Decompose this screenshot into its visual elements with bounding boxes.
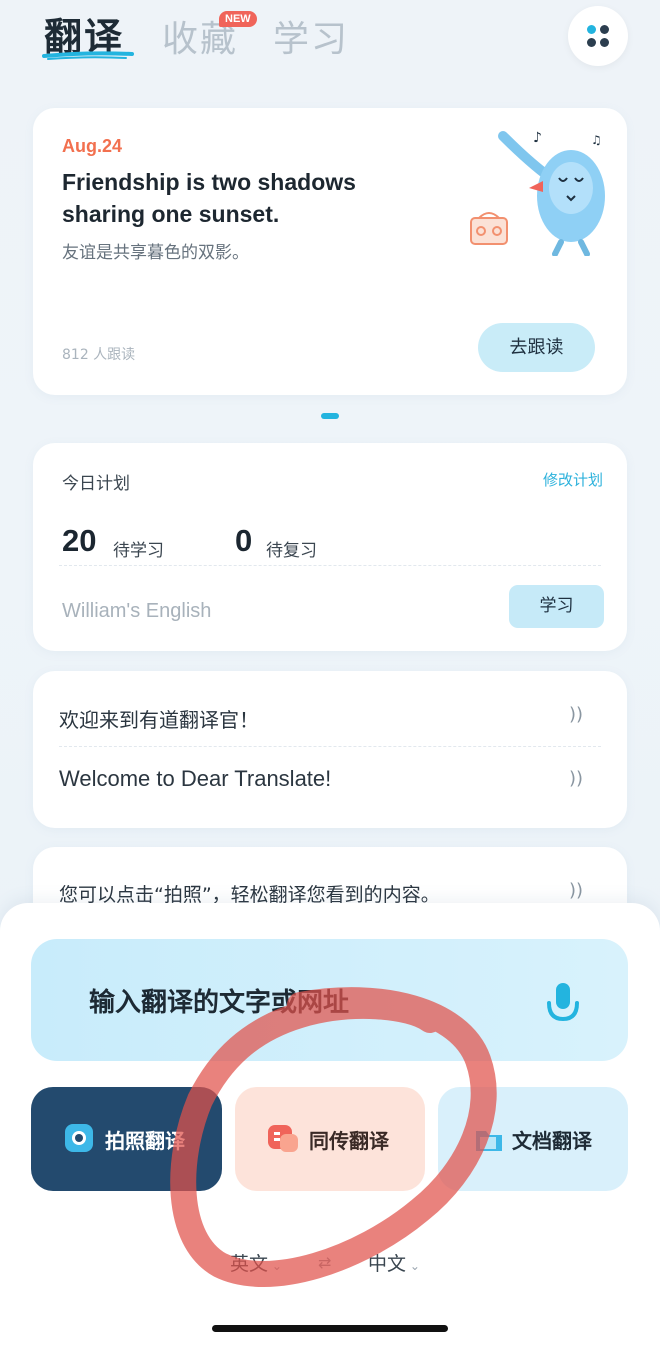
plan-title: 今日计划 [62, 474, 130, 494]
follow-read-button[interactable]: 去跟读 [478, 323, 595, 372]
translate-panel: 输入翻译的文字或网址 拍照翻译 同传翻译 文档翻译 英文 ⌄ ⇄ 中文 ⌄ [0, 903, 660, 1345]
daily-sentence-en: Friendship is two shadows sharing one su… [62, 169, 356, 227]
document-translate-button[interactable]: 文档翻译 [438, 1087, 628, 1191]
divider [59, 746, 601, 747]
to-learn-count: 20 [62, 523, 97, 558]
document-icon [476, 1131, 502, 1151]
singing-bird-illustration: ♪ ♫ [470, 130, 605, 256]
svg-text:♫: ♫ [591, 133, 602, 147]
camera-icon [65, 1124, 93, 1152]
target-language-label: 中文 [368, 1253, 407, 1275]
welcome-zh: 欢迎来到有道翻译官！ [59, 708, 259, 732]
today-plan-card: 今日计划 修改计划 20 待学习 0 待复习 William's English… [33, 443, 627, 651]
divider [59, 565, 601, 566]
welcome-en: Welcome to Dear Translate! [59, 766, 332, 791]
swap-language-icon[interactable]: ⇄ [318, 1253, 331, 1272]
menu-button[interactable] [568, 6, 628, 66]
daily-sentence-zh: 友谊是共享暮色的双影。 [62, 243, 249, 263]
simultaneous-translate-label: 同传翻译 [309, 1129, 389, 1153]
source-language[interactable]: 英文 ⌄ [230, 1249, 282, 1276]
document-translate-label: 文档翻译 [512, 1129, 592, 1153]
new-badge: NEW [219, 11, 257, 27]
microphone-icon[interactable] [543, 979, 583, 1029]
simultaneous-translation-icon [268, 1125, 298, 1152]
to-review-count: 0 [235, 523, 253, 558]
daily-date: Aug.24 [62, 136, 123, 156]
carousel-indicator [321, 413, 339, 419]
daily-sentence-card[interactable]: Aug.24 Friendship is two shadows sharing… [33, 108, 627, 395]
home-indicator [212, 1325, 448, 1332]
speaker-icon[interactable]: )) [569, 880, 583, 901]
follow-count: 812 人跟读 [62, 347, 136, 363]
source-language-label: 英文 [230, 1253, 269, 1275]
svg-text:♪: ♪ [533, 130, 542, 146]
active-tab-underline [42, 51, 134, 60]
to-learn-label: 待学习 [113, 541, 164, 561]
welcome-card: 欢迎来到有道翻译官！ )) Welcome to Dear Translate!… [33, 671, 627, 828]
speaker-icon[interactable]: )) [569, 704, 583, 725]
tab-learn[interactable]: 学习 [273, 10, 349, 62]
study-button[interactable]: 学习 [509, 585, 604, 628]
speaker-icon[interactable]: )) [569, 768, 583, 789]
simultaneous-translate-button[interactable]: 同传翻译 [235, 1087, 425, 1191]
translate-input[interactable]: 输入翻译的文字或网址 [31, 939, 628, 1061]
edit-plan-link[interactable]: 修改计划 [543, 469, 603, 490]
target-language[interactable]: 中文 ⌄ [368, 1249, 420, 1276]
photo-translate-button[interactable]: 拍照翻译 [31, 1087, 222, 1191]
photo-translate-label: 拍照翻译 [105, 1129, 185, 1153]
wordbook-name[interactable]: William's English [62, 600, 211, 623]
translate-input-placeholder: 输入翻译的文字或网址 [89, 988, 350, 1018]
to-review-label: 待复习 [266, 541, 317, 561]
